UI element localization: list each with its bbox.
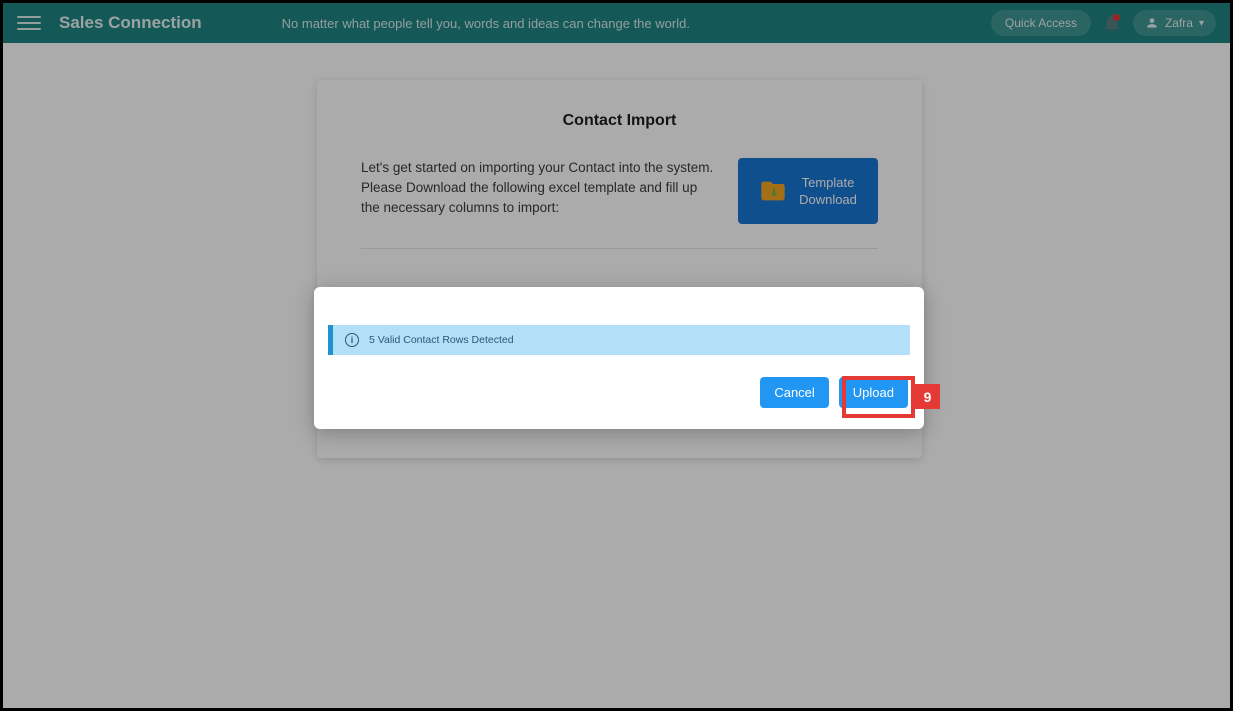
- info-icon: i: [345, 333, 359, 347]
- cancel-button[interactable]: Cancel: [760, 377, 828, 408]
- modal-actions: Cancel Upload: [328, 377, 910, 408]
- annotation-callout-number: 9: [915, 384, 940, 409]
- upload-confirmation-modal: i 5 Valid Contact Rows Detected Cancel U…: [314, 287, 924, 429]
- alert-text: 5 Valid Contact Rows Detected: [369, 334, 514, 346]
- upload-button[interactable]: Upload: [839, 377, 908, 408]
- alert-bar: i 5 Valid Contact Rows Detected: [328, 325, 910, 355]
